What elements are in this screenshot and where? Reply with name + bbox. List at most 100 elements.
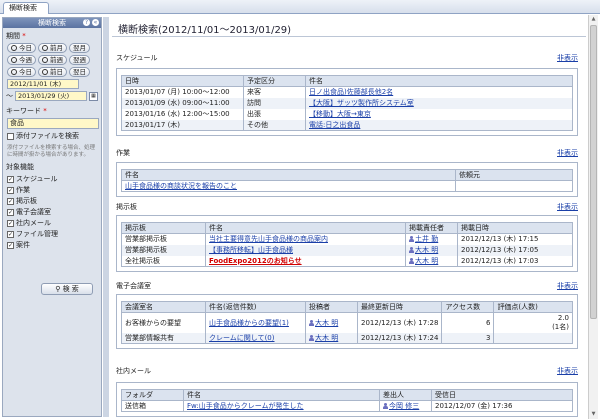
help-icon[interactable]: ? [83, 19, 90, 26]
today-day-button[interactable]: 今日 [7, 67, 36, 77]
cell: 2012/12/13 (木) 17:03 [457, 255, 573, 267]
today-button[interactable]: 今日 [7, 43, 36, 53]
cell [455, 180, 573, 192]
search-icon [11, 69, 17, 75]
work-link[interactable]: 山手食品様の商談状況を報告のこと [125, 182, 237, 190]
bbs-link[interactable]: 当社主要得意先山手食品様の商品案内 [209, 235, 328, 243]
this-week-button[interactable]: 今週 [7, 55, 36, 65]
attach-search-checkbox[interactable]: 添付ファイルを検索 [7, 131, 101, 141]
cell: 2012/12/13 (木) 17:15 [457, 233, 573, 245]
schedule-hide-link[interactable]: 非表示 [557, 53, 578, 63]
poster-link[interactable]: 大木 明 [309, 318, 338, 328]
targets-label: 対象機能 [6, 163, 34, 171]
target-checkbox-schedule[interactable]: ✓ スケジュール [7, 174, 101, 184]
mail-link[interactable]: Fw:山手食品からクレームが発生した [187, 402, 304, 410]
work-table: 件名 依頼元 山手食品様の商談状況を報告のこと [121, 169, 573, 192]
next-month-button[interactable]: 翌月 [69, 43, 90, 53]
schedule-link[interactable]: 【大阪】ザッツ製作所システム室 [309, 99, 414, 107]
table-row: 2013/01/17 (木) その他 電話:日之出食品 [121, 119, 573, 131]
keyword-label: キーワード * [6, 107, 47, 115]
mail-hide-link[interactable]: 非表示 [557, 366, 578, 376]
date-from-field[interactable]: 2012/11/01 (木) [7, 79, 79, 89]
poster-link[interactable]: 大木 明 [409, 256, 438, 266]
table-row: お客様からの要望 山手食品様からの要望(1) 大木 明 2012/12/13 (… [121, 312, 573, 333]
target-checkbox-project[interactable]: ✓ 案件 [7, 240, 101, 250]
pane-splitter[interactable] [103, 17, 109, 417]
date-to-field[interactable]: 2013/01/29 (火) [15, 91, 87, 101]
conference-hide-link[interactable]: 非表示 [557, 281, 578, 291]
user-icon [383, 403, 388, 409]
user-icon [309, 334, 314, 341]
user-icon [409, 236, 414, 243]
cell: 出張 [243, 108, 306, 120]
col-header: 掲示板 [121, 222, 206, 234]
prev-week-button[interactable]: 前週 [38, 55, 67, 65]
search-sidebar: 横断検索 ? « 期間 * 今日 前月 翌月 今週 前週 翌週 今日 前日 翌日… [2, 17, 102, 417]
bbs-hide-link[interactable]: 非表示 [557, 202, 578, 212]
bbs-table: 掲示板 件名 掲載責任者 掲載日時 営業部掲示板 当社主要得意先山手食品様の商品… [121, 222, 573, 267]
col-header: 掲載責任者 [405, 222, 458, 234]
col-header: 差出人 [379, 389, 432, 401]
scroll-up-icon[interactable]: ▲ [589, 15, 598, 24]
scroll-thumb[interactable] [590, 25, 597, 319]
prev-day-button[interactable]: 前日 [38, 67, 67, 77]
target-checkbox-files[interactable]: ✓ ファイル管理 [7, 229, 101, 239]
sender-link[interactable]: 今岡 修三 [383, 401, 419, 411]
col-header: 投稿者 [305, 301, 358, 313]
scroll-down-icon[interactable]: ▼ [589, 410, 598, 419]
tab-cross-search[interactable]: 横断検索 [3, 2, 49, 14]
target-checkbox-conference[interactable]: ✓ 電子会議室 [7, 207, 101, 217]
collapse-icon[interactable]: « [92, 19, 99, 26]
conference-link[interactable]: クレームに関して(0) [209, 334, 275, 342]
cell: 営業部掲示板 [121, 233, 206, 245]
next-week-button[interactable]: 翌週 [69, 55, 90, 65]
sidebar-title: 横断検索 [38, 19, 66, 27]
col-header: 予定区分 [243, 75, 306, 87]
work-hide-link[interactable]: 非表示 [557, 148, 578, 158]
col-header: 評価点(人数) [493, 301, 573, 313]
table-row: 2013/01/07 (月) 10:00～12:00 来客 日ノ出食品)佐藤部長… [121, 86, 573, 98]
poster-link[interactable]: 土井 勤 [409, 234, 438, 244]
bbs-link[interactable]: 【事務所移転】山手食品様 [209, 246, 293, 254]
mail-table: フォルダ 件名 差出人 受信日 送信箱 Fw:山手食品からクレームが発生した 今… [121, 389, 573, 412]
schedule-link[interactable]: 電話:日之出食品 [309, 121, 360, 129]
calendar-icon[interactable]: ▦ [89, 91, 98, 101]
cell: 2013/01/17 (木) [121, 119, 244, 131]
search-icon [11, 45, 17, 51]
col-header: 最終更新日時 [356, 301, 443, 313]
target-checkbox-bbs[interactable]: ✓ 掲示板 [7, 196, 101, 206]
conference-title: 電子会議室 [116, 282, 151, 290]
keyword-input[interactable]: 食品 [7, 118, 99, 129]
vertical-scrollbar[interactable]: ▲ ▼ [588, 15, 598, 419]
next-day-button[interactable]: 翌日 [69, 67, 90, 77]
bbs-section: 掲示板 非表示 掲示板 件名 掲載責任者 掲載日時 営業部掲示板 当社主要得意先山… [116, 202, 578, 272]
search-icon [42, 45, 48, 51]
search-icon [11, 57, 17, 63]
cell: 2012/12/13 (木) 17:05 [457, 244, 573, 256]
target-checkbox-mail[interactable]: ✓ 社内メール [7, 218, 101, 228]
col-header: 件名 [121, 169, 456, 181]
table-row: 全社掲示板 FoodExpo2012のお知らせ 大木 明 2012/12/13 … [121, 255, 573, 267]
col-header: 件名 [183, 389, 380, 401]
search-button[interactable]: ⚲ 検 索 [41, 283, 93, 295]
schedule-link[interactable]: 【移動】大阪→東京 [309, 110, 371, 118]
col-header: 受信日 [431, 389, 573, 401]
col-header: アクセス数 [441, 301, 495, 313]
conference-link[interactable]: 山手食品様からの要望(1) [209, 319, 289, 327]
mail-section: 社内メール 非表示 フォルダ 件名 差出人 受信日 送信箱 Fw:山手食品からクレ… [116, 366, 578, 417]
cell: 6 [441, 312, 495, 333]
target-checkbox-work[interactable]: ✓ 作業 [7, 185, 101, 195]
cell: 3 [441, 332, 495, 344]
poster-link[interactable]: 大木 明 [309, 333, 338, 343]
work-title: 作業 [116, 149, 130, 157]
poster-link[interactable]: 大木 明 [409, 245, 438, 255]
sidebar-header: 横断検索 ? « [3, 18, 101, 28]
prev-month-button[interactable]: 前月 [38, 43, 67, 53]
cell: 全社掲示板 [121, 255, 206, 267]
schedule-link[interactable]: 日ノ出食品)佐藤部長他2名 [309, 88, 393, 96]
bbs-link[interactable]: FoodExpo2012のお知らせ [209, 257, 302, 265]
table-row: 営業部掲示板 【事務所移転】山手食品様 大木 明 2012/12/13 (木) … [121, 244, 573, 256]
col-header: 会議室名 [121, 301, 206, 313]
table-row: 営業部掲示板 当社主要得意先山手食品様の商品案内 土井 勤 2012/12/13… [121, 233, 573, 245]
period-label: 期間 * [6, 32, 26, 40]
